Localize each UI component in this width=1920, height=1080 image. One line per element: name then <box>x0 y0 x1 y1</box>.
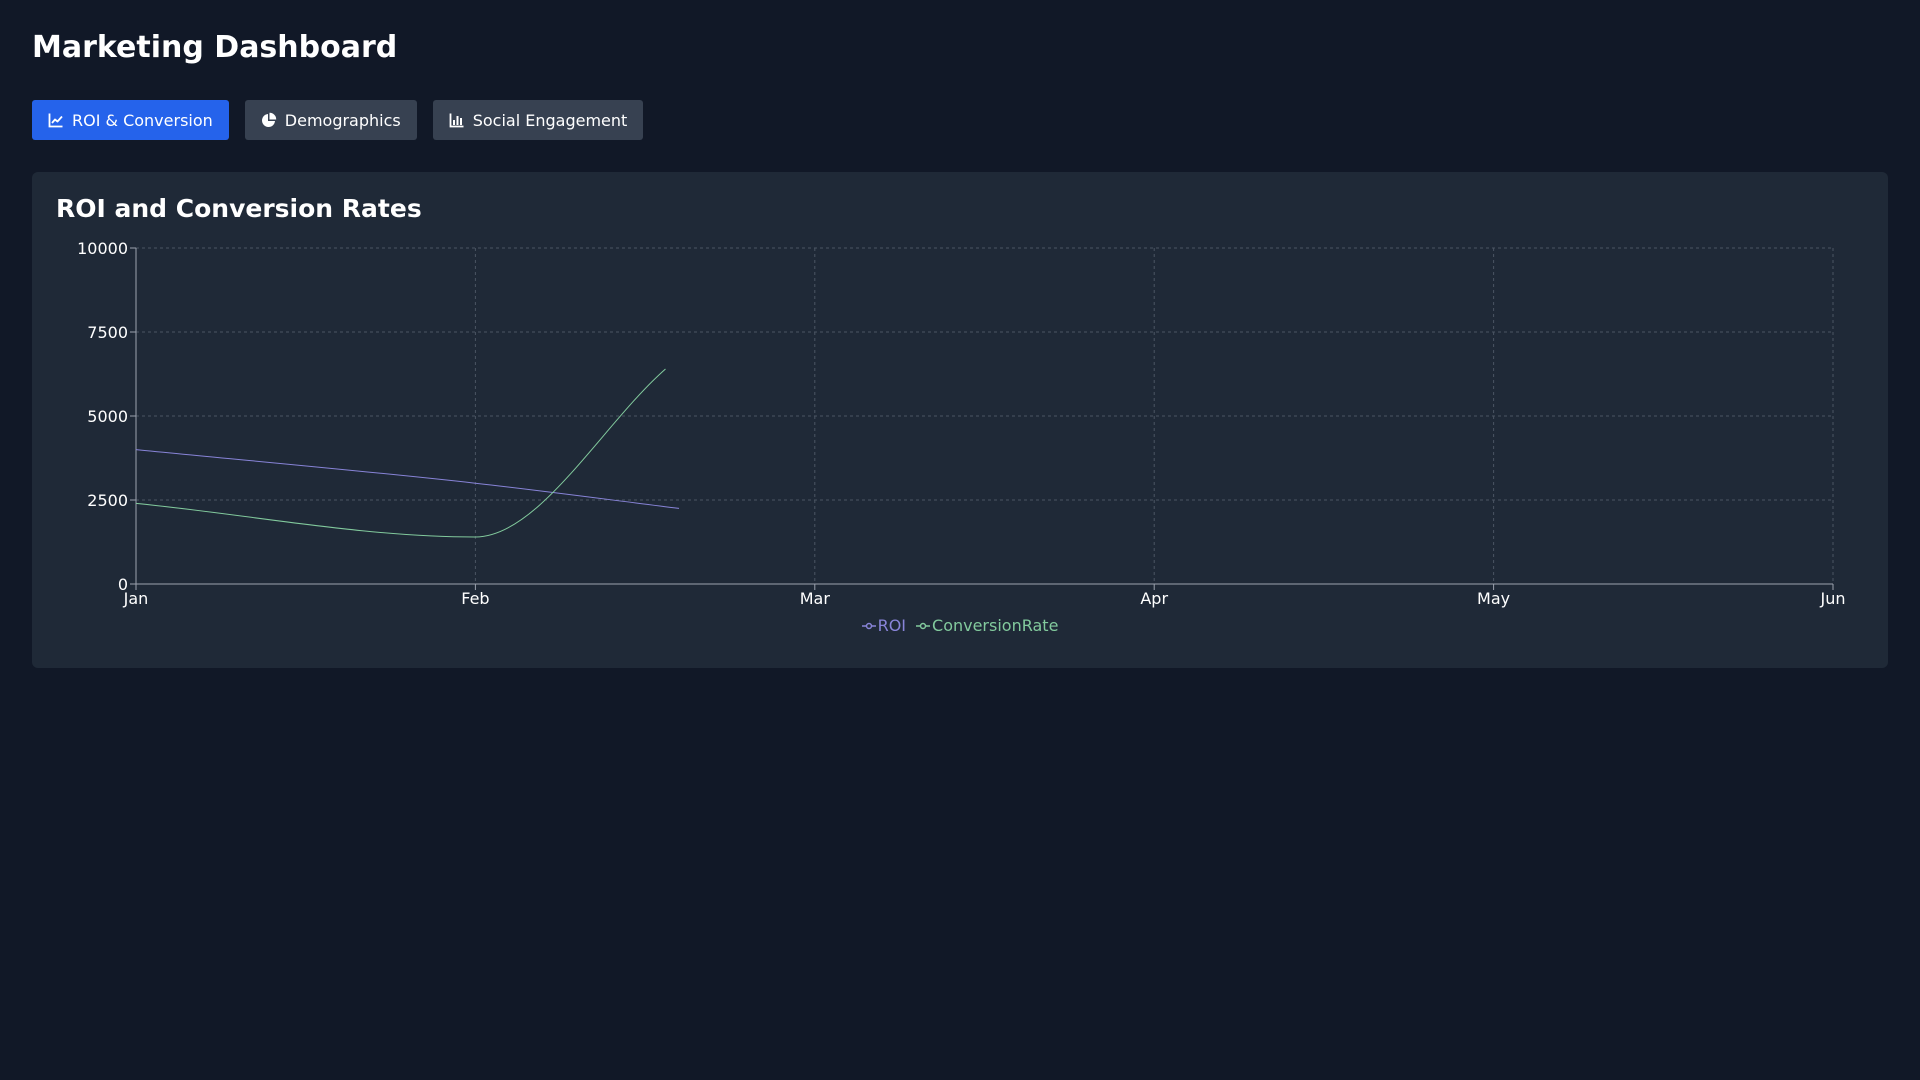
pie-chart-icon <box>261 112 276 127</box>
page-title: Marketing Dashboard <box>32 30 398 65</box>
chart-card: ROI and Conversion Rates 0 2500 5000 7500 10… <box>32 172 1888 668</box>
legend-line-icon <box>861 622 876 629</box>
x-tick-label: Jun <box>1820 589 1846 608</box>
legend-item-conversion-rate[interactable]: ConversionRate <box>916 616 1058 635</box>
legend-label: ROI <box>877 616 907 635</box>
tab-social-engagement[interactable]: Social Engagement <box>432 100 644 140</box>
x-tick-label: Jan <box>123 589 149 608</box>
roi-conversion-chart: 025005000750010000Jan Feb Mar Apr May Jun <box>77 239 1846 608</box>
x-tick-label: Feb <box>461 589 489 608</box>
line-chart-icon <box>48 113 63 128</box>
y-tick-label: 7500 <box>87 323 128 342</box>
x-tick-label: Mar <box>800 589 831 608</box>
legend-item-roi[interactable]: ROI <box>861 616 907 635</box>
legend-line-icon <box>916 622 931 629</box>
y-tick-label: 5000 <box>87 407 128 426</box>
series-line-conversionrate <box>135 368 666 538</box>
tab-demographics[interactable]: Demographics <box>244 100 417 140</box>
x-tick-label: May <box>1477 589 1510 608</box>
tab-label: Social Engagement <box>472 110 628 130</box>
legend-label: ConversionRate <box>932 616 1059 635</box>
tab-label: ROI & Conversion <box>72 110 213 130</box>
y-tick-label: 10000 <box>77 239 128 258</box>
bar-chart-icon <box>449 113 464 128</box>
tab-bar: ROI & Conversion Demographics Social Eng… <box>32 100 644 140</box>
tab-roi-conversion[interactable]: ROI & Conversion <box>32 100 229 140</box>
y-tick-label: 2500 <box>87 491 128 510</box>
x-tick-label: Apr <box>1140 589 1168 608</box>
chart-legend: ROI ConversionRate <box>32 616 1888 635</box>
tab-label: Demographics <box>284 110 401 130</box>
